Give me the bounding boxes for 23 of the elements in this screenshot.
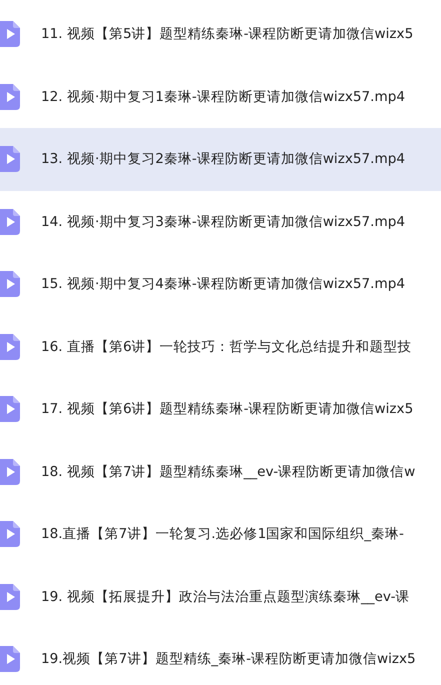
file-name: 15. 视频·期中复习4秦琳-课程防断更请加微信wizx57.mp4 (41, 275, 406, 294)
video-file-icon (0, 271, 20, 298)
video-file-icon (0, 458, 20, 485)
file-name: 18.直播【第7讲】一轮复习.选必修1国家和国际组织_秦琳- (41, 525, 404, 544)
video-file-icon (0, 396, 20, 422)
file-name: 12. 视频·期中复习1秦琳-课程防断更请加微信wizx57.mp4 (41, 88, 406, 106)
video-file-icon (0, 21, 20, 48)
file-name: 16. 直播【第6讲】一轮技巧：哲学与文化总结提升和题型技 (41, 338, 412, 356)
file-name: 11. 视频【第5讲】题型精练秦琳-课程防断更请加微信wizx5 (41, 25, 414, 44)
file-name: 19.视频【第7讲】题型精练_秦琳-课程防断更请加微信wizx5 (41, 650, 416, 668)
video-file-icon (0, 646, 20, 672)
video-file-icon (0, 334, 20, 360)
video-file-icon (0, 584, 20, 610)
file-name: 19. 视频【拓展提升】政治与法治重点题型演练秦琳__ev-课 (41, 588, 410, 606)
video-file-icon (0, 146, 20, 172)
video-file-icon (0, 521, 20, 548)
file-name: 18. 视频【第7讲】题型精练秦琳__ev-课程防断更请加微信w (41, 462, 416, 481)
video-file-icon (0, 208, 20, 235)
file-name: 13. 视频·期中复习2秦琳-课程防断更请加微信wizx57.mp4 (41, 150, 406, 168)
file-row[interactable]: 13. 视频·期中复习2秦琳-课程防断更请加微信wizx57.mp4 (0, 128, 441, 190)
video-file-icon (0, 84, 20, 110)
file-name: 14. 视频·期中复习3秦琳-课程防断更请加微信wizx57.mp4 (41, 212, 406, 231)
file-name: 17. 视频【第6讲】题型精练秦琳-课程防断更请加微信wizx5 (41, 400, 414, 418)
